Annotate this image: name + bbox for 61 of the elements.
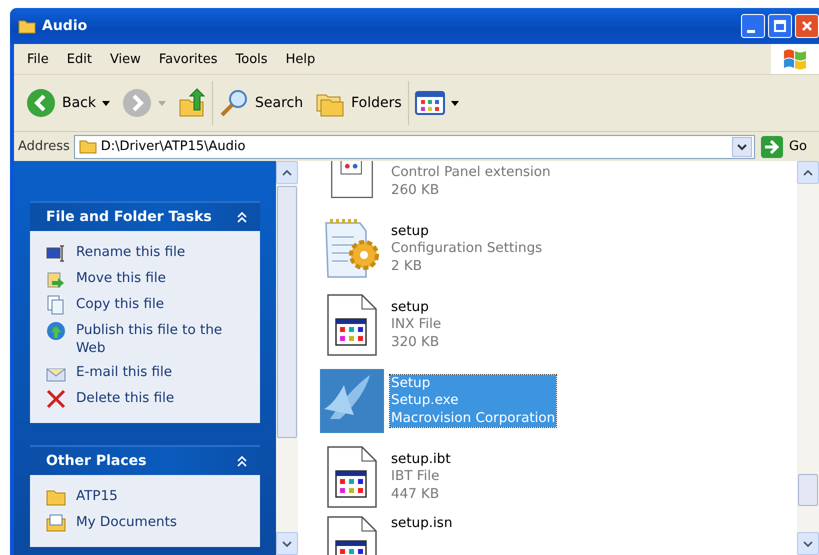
file-label[interactable]: Control Panel extension 260 KB xyxy=(390,164,552,199)
menu-item[interactable]: Tools xyxy=(226,52,277,66)
menu-item[interactable]: Favorites xyxy=(150,52,227,66)
menu-item[interactable]: Edit xyxy=(58,52,101,66)
file-label[interactable]: setup Configuration Settings 2 KB xyxy=(390,222,544,276)
scrollbar[interactable] xyxy=(797,161,819,555)
file-label[interactable]: setup.ibt IBT File 447 KB xyxy=(390,450,452,504)
panel-header[interactable]: File and Folder Tasks xyxy=(30,201,260,231)
file-label[interactable]: setup INX File 320 KB xyxy=(390,298,442,352)
scroll-thumb[interactable] xyxy=(798,474,818,506)
scroll-down-icon xyxy=(282,540,292,546)
scrollbar[interactable] xyxy=(276,161,298,555)
address-label: Address xyxy=(18,139,70,154)
scroll-up-icon xyxy=(803,170,813,176)
close-icon xyxy=(801,20,813,32)
collapse-icon xyxy=(236,211,248,223)
search-button[interactable]: Search xyxy=(213,81,310,125)
dropdown-button[interactable] xyxy=(732,136,752,156)
task-link[interactable]: ATP15 xyxy=(76,487,118,505)
back-button[interactable]: Back xyxy=(20,81,116,125)
folder-icon xyxy=(18,18,36,34)
minimize-button[interactable] xyxy=(741,14,765,38)
task-link[interactable]: Publish this file to the Web xyxy=(76,321,254,357)
menu-item[interactable]: View xyxy=(100,52,150,66)
documents-folder-icon xyxy=(46,513,66,533)
task-link[interactable]: My Documents xyxy=(76,513,177,531)
address-field[interactable]: D:\Driver\ATP15\Audio xyxy=(74,134,755,158)
task-link[interactable]: Delete this file xyxy=(76,389,174,407)
collapse-icon xyxy=(236,455,248,467)
file-label[interactable]: setup.isn xyxy=(390,515,454,532)
caret-icon xyxy=(158,100,166,106)
chevron-down-icon xyxy=(736,142,747,150)
go-button[interactable]: Go xyxy=(758,136,815,158)
folder-icon xyxy=(78,139,97,154)
task-link[interactable]: Copy this file xyxy=(76,295,164,313)
search-icon xyxy=(219,88,249,118)
folder-up-icon xyxy=(178,88,206,118)
globe-icon xyxy=(46,321,66,341)
delete-icon xyxy=(46,389,66,409)
scroll-thumb[interactable] xyxy=(277,186,297,438)
menu-item[interactable]: File xyxy=(18,52,58,66)
close-button[interactable] xyxy=(795,14,819,38)
menu-item[interactable]: Help xyxy=(276,52,324,66)
scroll-up-icon xyxy=(282,170,292,176)
maximize-button[interactable] xyxy=(768,14,792,38)
task-link[interactable]: E-mail this file xyxy=(76,363,172,381)
minimize-icon xyxy=(747,30,755,32)
task-link[interactable]: Rename this file xyxy=(76,243,186,261)
window-title: Audio xyxy=(42,18,88,34)
windows-flag-icon xyxy=(771,44,819,74)
caret-icon xyxy=(102,100,110,106)
installer-icon[interactable] xyxy=(320,369,384,433)
task-link[interactable]: Move this file xyxy=(76,269,166,287)
caret-icon xyxy=(450,100,459,106)
maximize-icon xyxy=(774,20,786,32)
views-icon xyxy=(414,91,445,115)
folders-button[interactable]: Folders xyxy=(309,81,409,125)
scroll-down-icon xyxy=(803,540,813,546)
copy-icon xyxy=(46,295,66,315)
panel-header[interactable]: Other Places xyxy=(30,445,260,475)
rename-icon xyxy=(46,243,66,263)
